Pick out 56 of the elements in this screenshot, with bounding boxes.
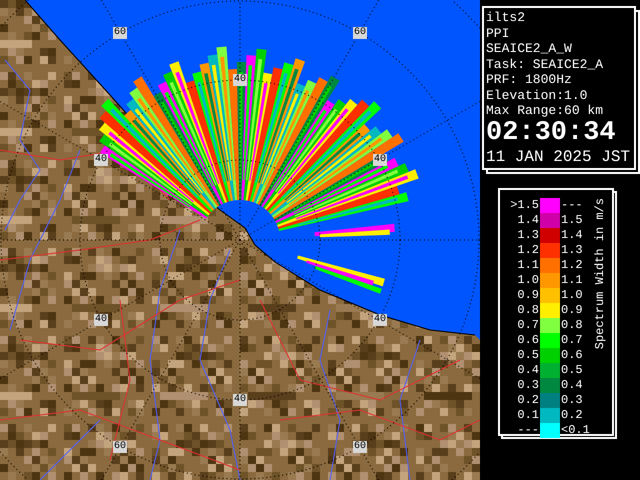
range-label: 40 [233,74,247,86]
range-ring-arc [451,0,480,29]
range-ring-arc [0,451,29,480]
legend-value: 0.9 [516,288,539,303]
legend-value: 0.7 [561,333,584,348]
range-ring-arc [451,451,480,480]
legend-value: 1.2 [516,243,539,258]
legend-value: 1.0 [516,273,539,288]
legend-value: 1.0 [561,288,584,303]
range-label: 40 [373,154,387,166]
info-line: Task: SEAICE2_A [486,56,604,72]
legend-title: Spectrum Width in m/s [593,198,607,350]
legend-value: 0.9 [561,303,584,318]
legend-value: 0.6 [516,333,539,348]
range-label: 40 [233,394,247,406]
legend-value: 1.3 [561,243,584,258]
legend-value: 0.7 [516,318,539,333]
legend-value: 0.8 [561,318,584,333]
legend-value: 1.1 [561,273,584,288]
info-line: SEAICE2_A_W [486,41,573,56]
info-line: PPI [486,26,510,41]
range-label: 40 [94,314,108,326]
legend-value: 0.4 [561,378,584,393]
range-label: 40 [94,154,108,166]
legend-value: >1.5 [509,198,539,213]
range-label: 60 [113,27,127,39]
legend-value: 1.2 [561,258,584,273]
legend-value: 0.5 [516,348,539,363]
range-label: 60 [113,441,127,453]
legend-value: 0.2 [516,393,539,408]
legend-value: 0.5 [561,363,584,378]
range-label: 60 [353,27,367,39]
legend-value: 0.3 [516,378,539,393]
legend-value: 1.4 [561,228,584,243]
legend-value: --- [561,198,584,213]
legend-value: 0.2 [561,408,584,423]
range-label: 60 [353,441,367,453]
scan-date: 11 JAN 2025 JST [486,146,632,166]
range-label: 40 [373,314,387,326]
legend-value: --- [516,423,539,438]
legend-value: 1.5 [561,213,584,228]
scan-time: 02:30:34 [486,118,617,146]
legend-value: <0.1 [561,423,591,438]
range-ring-arc [0,0,29,29]
legend-value: 1.3 [516,228,539,243]
info-line: PRF: 1800Hz [486,72,573,88]
legend-value: 0.1 [516,408,539,423]
legend-value: 0.8 [516,303,539,318]
legend-value: 1.1 [516,258,539,273]
legend-value: 0.6 [561,348,584,363]
legend-value: 0.4 [516,363,539,378]
info-line: Elevation:1.0 [486,88,588,103]
legend-value: 0.3 [561,393,584,408]
info-line: Max Range:60 km [486,103,604,118]
legend-value: 1.4 [516,213,539,228]
info-line: ilts2 [486,10,526,26]
